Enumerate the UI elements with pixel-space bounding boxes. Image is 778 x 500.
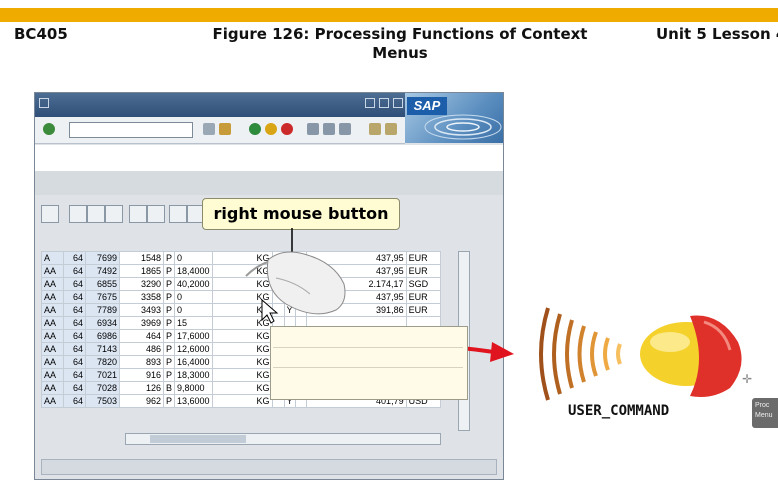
mouse-pointer-icon [261,298,279,324]
hint-tooltip: Proc Menu [752,398,778,428]
sound-waves-icon [539,307,622,401]
mouse-icon [245,251,346,315]
event-bell-icon [640,315,742,397]
overlay-graphics [245,228,742,401]
crosshair-icon: ✛ [742,372,753,386]
context-menu-divider [273,367,463,368]
user-command-label: USER_COMMAND [568,403,670,419]
context-menu[interactable] [270,326,468,400]
context-menu-divider [273,347,463,348]
